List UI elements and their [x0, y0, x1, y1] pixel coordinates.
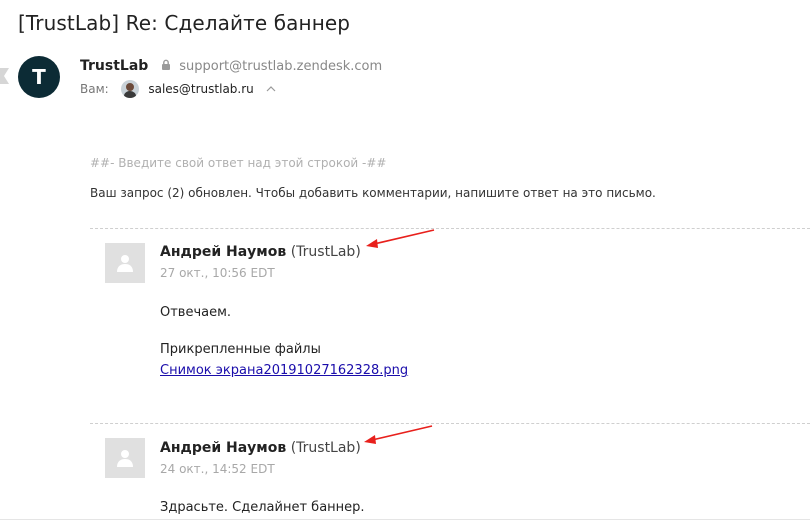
reply-delimiter: ##- Введите свой ответ над этой строкой …: [90, 156, 387, 170]
comment-author: Андрей Наумов (TrustLab): [160, 440, 361, 456]
sender-email[interactable]: support@trustlab.zendesk.com: [179, 59, 382, 74]
attachment-link[interactable]: Снимок экрана20191027162328.png: [160, 363, 408, 378]
bookmark-icon[interactable]: [0, 68, 9, 84]
comment-date: 27 окт., 10:56 EDT: [160, 266, 275, 280]
recipient-line: Вам: sales@trustlab.ru: [80, 80, 276, 98]
lock-icon: [161, 59, 170, 70]
sender-name[interactable]: TrustLab: [80, 58, 148, 74]
comment-author-name: Андрей Наумов: [160, 440, 287, 456]
comment-body: Здрасьте. Сделайнет баннер.: [160, 500, 365, 515]
sender-line: TrustLab support@trustlab.zendesk.com: [80, 58, 382, 74]
recipient-avatar: [120, 80, 139, 98]
comment-separator: [90, 228, 810, 229]
chevron-up-icon[interactable]: [266, 86, 276, 92]
comment-author-org: (TrustLab): [290, 244, 361, 260]
email-subject: [TrustLab] Re: Сделайте баннер: [18, 11, 351, 35]
update-note: Ваш запрос (2) обновлен. Чтобы добавить …: [90, 186, 656, 200]
sender-avatar: T: [18, 56, 60, 98]
comment-separator: [90, 423, 810, 424]
comment-author-avatar: [105, 438, 145, 478]
comment-body: Отвечаем.: [160, 305, 232, 320]
bottom-divider: [0, 519, 810, 520]
annotation-arrow-icon: [366, 229, 435, 248]
comment-date: 24 окт., 14:52 EDT: [160, 462, 275, 476]
comment-author: Андрей Наумов (TrustLab): [160, 244, 361, 260]
recipient-email[interactable]: sales@trustlab.ru: [148, 82, 253, 96]
attachments-label: Прикрепленные файлы: [160, 342, 321, 357]
annotation-arrow-icon: [364, 425, 433, 444]
comment-author-name: Андрей Наумов: [160, 244, 287, 260]
user-icon: [117, 255, 133, 272]
comment-author-org: (TrustLab): [290, 440, 361, 456]
user-icon: [117, 450, 133, 467]
recipient-label: Вам:: [80, 82, 109, 96]
comment-author-avatar: [105, 243, 145, 283]
